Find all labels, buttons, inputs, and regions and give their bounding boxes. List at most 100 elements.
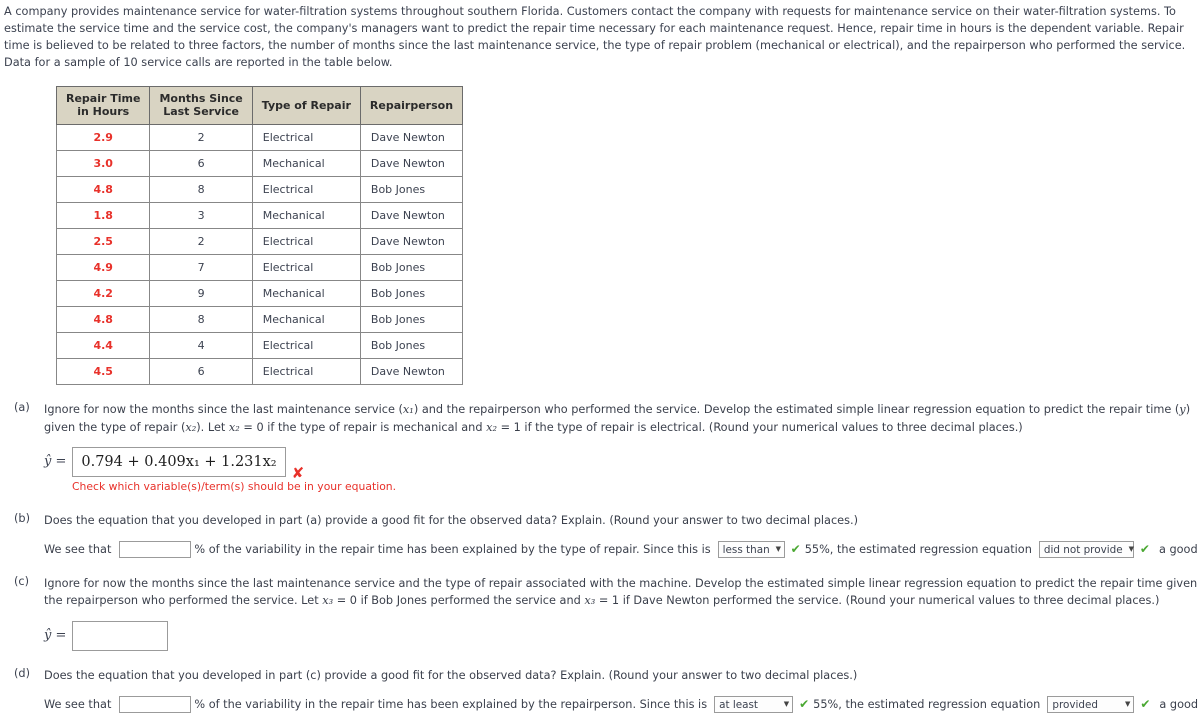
cell-person: Bob Jones — [359, 306, 464, 334]
problem-statement-text: A company provides maintenance service f… — [4, 5, 1186, 70]
cell-months: 4 — [149, 332, 253, 360]
correct-check-icon: ✔ — [790, 542, 801, 557]
column-header-repair-time-line2: in Hours — [77, 105, 130, 119]
chevron-down-icon: ▼ — [1124, 700, 1131, 709]
variable-x1: x₁ — [402, 403, 414, 417]
part-c-equation-input[interactable] — [72, 620, 169, 651]
part-a-feedback: Check which variable(s)/term(s) should b… — [72, 480, 397, 494]
table-row: 1.8 3 Mechanical Dave Newton — [55, 202, 464, 230]
data-table-container: Repair Time in Hours Months Since Last S… — [55, 85, 1200, 386]
part-b-lead-text: We see that — [44, 542, 112, 556]
table-row: 4.4 4 Electrical Bob Jones — [55, 332, 464, 360]
part-d-fit-select[interactable]: provided ▼ — [1047, 696, 1135, 714]
part-d-comparison-value: at least — [719, 698, 758, 711]
variable-x3: x₃ — [584, 594, 596, 608]
variable-x2: x₂ — [486, 420, 497, 434]
part-d-percent-input[interactable] — [119, 696, 192, 714]
part-b-tail-text: a good fit for the observed data. — [1158, 542, 1200, 556]
table-row: 2.9 2 Electrical Dave Newton — [55, 124, 464, 152]
part-a-text-5: = 0 if the type of repair is mechanical … — [239, 420, 487, 434]
part-b-question: Does the equation that you developed in … — [44, 513, 858, 527]
part-b-percent-input[interactable] — [119, 541, 192, 559]
part-c-text-2: = 0 if Bob Jones performed the service a… — [333, 594, 585, 608]
cell-person: Dave Newton — [359, 150, 464, 178]
cell-type: Mechanical — [251, 306, 361, 334]
part-b-comparison-value: less than — [722, 543, 770, 556]
cell-type: Electrical — [251, 124, 361, 152]
cell-months: 2 — [149, 228, 253, 256]
table-body: 2.9 2 Electrical Dave Newton 3.0 6 Mecha… — [55, 124, 464, 386]
part-b-mid-text-2: 55%, the estimated regression equation — [804, 542, 1032, 556]
cell-months: 7 — [149, 254, 253, 282]
table-row: 4.9 7 Electrical Bob Jones — [55, 254, 464, 282]
cell-months: 8 — [149, 306, 253, 334]
cell-type: Electrical — [251, 176, 361, 204]
part-d-tail-text: a good fit for the observed data. — [1159, 698, 1200, 711]
cell-person: Bob Jones — [359, 280, 464, 308]
variable-x2: x₂ — [185, 420, 197, 434]
column-header-months: Months Since Last Service — [149, 85, 253, 126]
cell-repair-time: 4.4 — [55, 332, 151, 360]
column-header-repairperson: Repairperson — [359, 85, 464, 126]
cell-person: Dave Newton — [359, 124, 464, 152]
cell-person: Dave Newton — [359, 202, 464, 230]
part-d-fit-value: provided — [1052, 698, 1098, 711]
cell-type: Electrical — [251, 332, 361, 360]
part-d-comparison-select[interactable]: at least ▼ — [714, 696, 794, 714]
correct-check-icon: ✔ — [1139, 542, 1150, 557]
table-header-row: Repair Time in Hours Months Since Last S… — [55, 85, 464, 126]
cell-type: Electrical — [251, 254, 361, 282]
correct-check-icon: ✔ — [799, 697, 810, 712]
chevron-down-icon: ▼ — [783, 700, 790, 709]
question-part-d: (d) Does the equation that you developed… — [0, 667, 1200, 714]
part-c-text-3: = 1 if Dave Newton performed the service… — [595, 594, 1160, 608]
table-row: 2.5 2 Electrical Dave Newton — [55, 228, 464, 256]
cell-repair-time: 1.8 — [55, 202, 151, 230]
cell-repair-time: 4.5 — [55, 358, 151, 386]
column-header-months-line2: Last Service — [163, 105, 239, 119]
cell-type: Electrical — [251, 228, 361, 256]
table-row: 4.2 9 Mechanical Bob Jones — [55, 280, 464, 308]
cell-person: Bob Jones — [359, 176, 464, 204]
cell-repair-time: 2.5 — [55, 228, 151, 256]
question-part-a: (a) Ignore for now the months since the … — [0, 401, 1200, 496]
cell-repair-time: 3.0 — [55, 150, 151, 178]
cell-months: 2 — [149, 124, 253, 152]
part-a-text-2: ) and the repairperson who performed the… — [413, 403, 1180, 417]
table-row: 3.0 6 Mechanical Dave Newton — [55, 150, 464, 178]
cell-type: Mechanical — [251, 150, 361, 178]
column-header-repair-time: Repair Time in Hours — [55, 85, 151, 126]
variable-x3: x₃ — [322, 594, 334, 608]
part-c-answer-row: ŷ = — [44, 620, 1200, 651]
cell-months: 8 — [149, 176, 253, 204]
cell-months: 6 — [149, 150, 253, 178]
column-header-months-line1: Months Since — [159, 91, 243, 105]
cell-person: Bob Jones — [359, 254, 464, 282]
part-a-text-6: = 1 if the type of repair is electrical.… — [497, 420, 1023, 434]
part-d-answer-row: We see that % of the variability in the r… — [44, 695, 1200, 714]
part-d-mid-text-1: % of the variability in the repair time … — [194, 698, 708, 711]
cell-repair-time: 4.8 — [55, 176, 151, 204]
part-d-question: Does the equation that you developed in … — [44, 668, 858, 682]
cell-repair-time: 4.9 — [55, 254, 151, 282]
part-b-fit-select[interactable]: did not provide ▼ — [1038, 541, 1135, 559]
cell-months: 6 — [149, 358, 253, 386]
part-a-text-4: ). Let — [196, 420, 229, 434]
cell-months: 3 — [149, 202, 253, 230]
cell-repair-time: 4.2 — [55, 280, 151, 308]
part-d-lead-text: We see that — [44, 698, 112, 711]
table-row: 4.8 8 Mechanical Bob Jones — [55, 306, 464, 334]
problem-statement: A company provides maintenance service f… — [0, 0, 1200, 72]
cell-type: Mechanical — [251, 202, 361, 230]
cell-repair-time: 4.8 — [55, 306, 151, 334]
cell-person: Dave Newton — [359, 358, 464, 386]
incorrect-icon: ✘ — [291, 463, 305, 482]
service-calls-table: Repair Time in Hours Months Since Last S… — [55, 85, 464, 386]
cell-type: Electrical — [251, 358, 361, 386]
part-b-answer-row: We see that % of the variability in the r… — [44, 540, 1200, 559]
part-b-comparison-select[interactable]: less than ▼ — [717, 541, 785, 559]
question-part-c: (c) Ignore for now the months since the … — [0, 575, 1200, 651]
part-a-equation-input[interactable]: 0.794 + 0.409x₁ + 1.231x₂ — [72, 447, 286, 478]
chevron-down-icon: ▼ — [1128, 545, 1135, 554]
cell-type: Mechanical — [251, 280, 361, 308]
